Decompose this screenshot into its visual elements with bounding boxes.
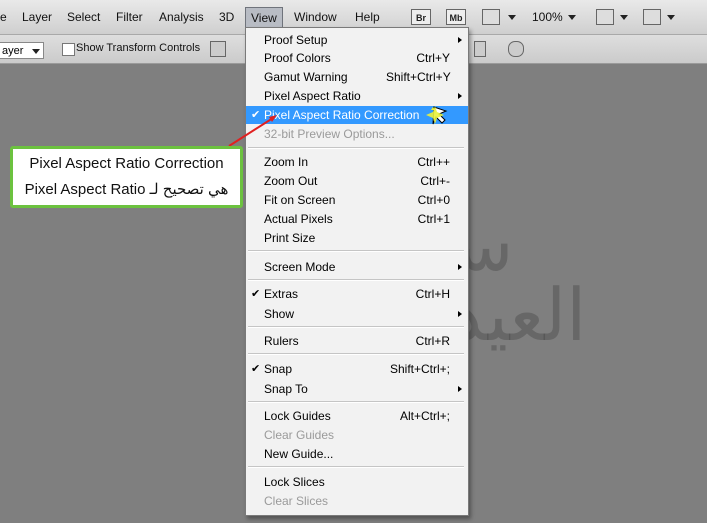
callout-line-1: Pixel Aspect Ratio Correction — [29, 155, 224, 172]
click-burst-icon — [426, 106, 444, 124]
screen-mode-dropdown-icon[interactable] — [667, 15, 675, 20]
menu-item-zoom-in[interactable]: Zoom In Ctrl++ — [246, 153, 468, 171]
menu-item-screen-mode[interactable]: Screen Mode — [246, 258, 468, 276]
menu-item-gamut-warning[interactable]: Gamut Warning Shift+Ctrl+Y — [246, 68, 468, 86]
menu-item-proof-setup[interactable]: Proof Setup — [246, 31, 468, 49]
menu-separator — [248, 401, 464, 403]
menu-separator — [248, 466, 464, 468]
menu-filter[interactable]: Filter — [116, 0, 143, 34]
auto-select-dropdown[interactable]: ayer — [0, 42, 44, 59]
screen-mode-icon[interactable] — [643, 9, 661, 25]
submenu-arrow-icon — [458, 386, 462, 392]
menu-item-lock-guides[interactable]: Lock Guides Alt+Ctrl+; — [246, 407, 468, 425]
distribute-icon[interactable] — [508, 41, 524, 57]
menu-item-snap-to[interactable]: Snap To — [246, 380, 468, 398]
menu-item-actual-pixels[interactable]: Actual Pixels Ctrl+1 — [246, 210, 468, 228]
menu-item-zoom-out[interactable]: Zoom Out Ctrl+- — [246, 172, 468, 190]
submenu-arrow-icon — [458, 311, 462, 317]
view-extras-icon[interactable] — [482, 9, 500, 25]
submenu-arrow-icon — [458, 37, 462, 43]
zoom-level[interactable]: 100% — [532, 10, 563, 24]
menu-separator — [248, 250, 464, 252]
menu-item-new-guide[interactable]: New Guide... — [246, 445, 468, 463]
menu-item-lock-slices[interactable]: Lock Slices — [246, 473, 468, 491]
auto-select-value: ayer — [2, 45, 24, 57]
menu-item-print-size[interactable]: Print Size — [246, 229, 468, 247]
view-menu-dropdown: Proof Setup Proof Colors Ctrl+Y Gamut War… — [245, 27, 469, 516]
chevron-down-icon — [32, 49, 40, 54]
align-icon[interactable] — [210, 41, 226, 57]
menu-separator — [248, 326, 464, 328]
menu-item-proof-colors[interactable]: Proof Colors Ctrl+Y — [246, 49, 468, 67]
menu-item-snap[interactable]: ✔ Snap Shift+Ctrl+; — [246, 360, 468, 378]
menu-select[interactable]: Select — [67, 0, 100, 34]
align-icon-right[interactable] — [474, 41, 486, 57]
menu-item-clear-slices: Clear Slices — [264, 494, 329, 508]
menu-analysis[interactable]: Analysis — [159, 0, 204, 34]
callout-box: Pixel Aspect Ratio Correction هي تصحيح ل… — [10, 146, 243, 208]
checkmark-icon: ✔ — [251, 363, 261, 375]
bridge-icon[interactable]: Br — [411, 9, 431, 25]
menu-item-show[interactable]: Show — [246, 305, 468, 323]
mini-bridge-icon[interactable]: Mb — [446, 9, 466, 25]
submenu-arrow-icon — [458, 264, 462, 270]
view-extras-dropdown-icon[interactable] — [508, 15, 516, 20]
menu-item-extras[interactable]: ✔ Extras Ctrl+H — [246, 285, 468, 303]
menu-layer[interactable]: Layer — [22, 0, 52, 34]
arrange-documents-icon[interactable] — [596, 9, 614, 25]
menu-edit[interactable]: e — [0, 0, 7, 34]
menu-3d[interactable]: 3D — [219, 0, 234, 34]
menu-item-clear-guides: Clear Guides — [264, 428, 335, 442]
show-transform-controls-checkbox[interactable] — [62, 43, 75, 56]
menu-separator — [248, 279, 464, 281]
arrange-dropdown-icon[interactable] — [620, 15, 628, 20]
menu-item-rulers[interactable]: Rulers Ctrl+R — [246, 332, 468, 350]
menu-item-fit-on-screen[interactable]: Fit on Screen Ctrl+0 — [246, 191, 468, 209]
callout-line-2: هي تصحيح لـ Pixel Aspect Ratio — [24, 181, 229, 198]
menu-separator — [248, 353, 464, 355]
submenu-arrow-icon — [458, 93, 462, 99]
checkmark-icon: ✔ — [251, 288, 261, 300]
menu-item-pixel-aspect-ratio[interactable]: Pixel Aspect Ratio — [246, 87, 468, 105]
show-transform-controls-label: Show Transform Controls — [76, 42, 201, 54]
zoom-dropdown-icon[interactable] — [568, 15, 576, 20]
